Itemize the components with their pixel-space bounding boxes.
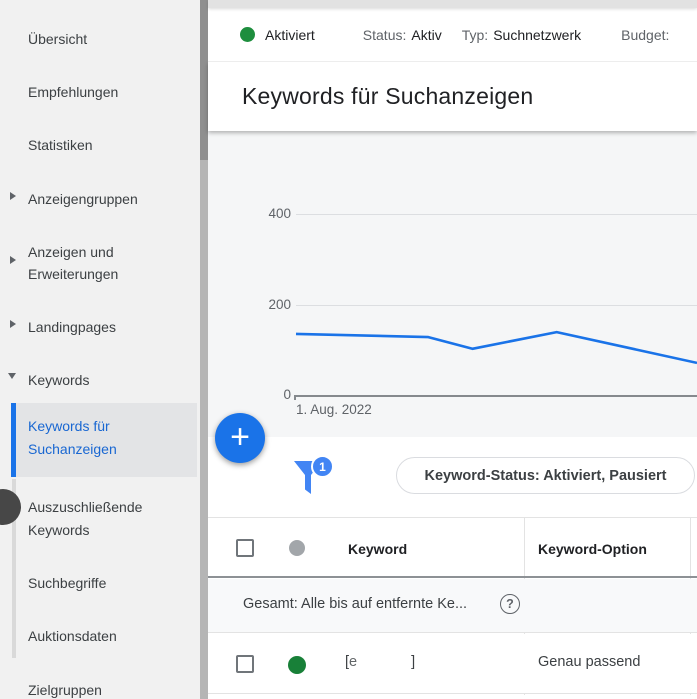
campaign-enabled-label[interactable]: Aktiviert [265,27,315,43]
page-title: Keywords für Suchanzeigen [242,83,534,109]
sidebar-item-anzeigengruppen[interactable]: Anzeigengruppen [28,188,172,210]
chevron-right-icon[interactable] [10,192,16,200]
budget-label: Budget: [621,26,670,43]
table-header-row: Keyword Keyword-Option [208,518,697,578]
keyword-status-filter-chip[interactable]: Keyword-Status: Aktiviert, Pausiert [396,457,695,494]
sidebar-item-label: Empfehlungen [28,84,119,100]
sidebar-item-empfehlungen[interactable]: Empfehlungen [28,81,172,103]
sidebar-item-label: Suchbegriffe [28,575,107,591]
sidebar-item-label: Keywords für Suchanzeigen [28,418,117,457]
type-label: Typ: [461,26,489,43]
filter-toolbar: 1 Keyword-Status: Aktiviert, Pausiert [208,437,697,518]
google-ads-keywords-page: { "topbar": { "enabled_label": "Aktivier… [0,0,697,699]
add-keyword-fab-button[interactable]: + [215,413,265,463]
filter-funnel-button[interactable]: 1 [293,455,335,500]
sidebar-item-auszuschliessende-keywords[interactable]: Auszuschließende Keywords [28,496,172,542]
sidebar-item-anzeigen-und-erweiterungen[interactable]: Anzeigen und Erweiterungen [28,241,172,285]
help-icon[interactable]: ? [500,594,520,614]
campaign-status-bar: Aktiviert Status: Aktiv Typ: Suchnetzwer… [208,8,697,62]
keyword-option-cell: Genau passend [538,654,641,670]
keywords-table: Keyword Keyword-Option Gesamt: Alle bis … [208,517,697,699]
sidebar-item-label: Auszuschließende Keywords [28,499,143,538]
table-row: [e] Genau passend [208,634,697,694]
row-checkbox[interactable] [236,655,254,673]
sidebar-item-label: Auktionsdaten [28,628,117,644]
question-mark: ? [506,597,514,611]
sidebar-item-label: Landingpages [28,319,116,335]
chevron-right-icon[interactable] [10,320,16,328]
type-value: Suchnetzwerk [493,26,582,43]
sidebar-item-statistiken[interactable]: Statistiken [28,134,172,156]
sidebar-item-keywords[interactable]: Keywords [28,369,172,391]
sidebar-item-auktionsdaten[interactable]: Auktionsdaten [28,625,172,647]
sidebar-item-zielgruppen[interactable]: Zielgruppen [28,679,172,699]
table-summary-row: Gesamt: Alle bis auf entfernte Ke... ? [208,579,697,633]
edge-partial-circle [0,489,21,525]
next-row-partial [208,695,697,699]
chart-line-svg [295,330,697,365]
filter-chip-label: Keyword-Status: Aktiviert, Pausiert [424,467,667,484]
keyword-enabled-status-icon [288,656,306,674]
chevron-down-icon[interactable] [8,373,16,379]
chevron-right-icon[interactable] [10,256,16,264]
selected-indicator-bar [11,403,16,477]
badge-count: 1 [319,459,326,474]
status-value: Aktiv [411,26,442,43]
plus-icon: + [230,417,250,456]
sidebar-item-keywords-fuer-suchanzeigen-selected[interactable]: Keywords für Suchanzeigen [11,403,197,477]
top-edge-band [208,0,697,8]
column-header-keyword[interactable]: Keyword [348,541,407,557]
select-all-checkbox[interactable] [236,539,254,557]
status-column-dot-icon [289,540,305,556]
keyword-cell: [e] [345,654,415,670]
sidebar-item-label: Keywords [28,372,90,388]
sidebar-item-label: Anzeigen und Erweiterungen [28,244,119,282]
campaign-enabled-status-icon [240,27,255,42]
filter-count-badge: 1 [311,455,334,478]
page-title-bar: Keywords für Suchanzeigen [208,62,697,131]
sidebar-item-suchbegriffe[interactable]: Suchbegriffe [28,572,172,594]
data-series-line [295,330,697,365]
sidebar-item-label: Übersicht [28,31,88,47]
column-header-keyword-option[interactable]: Keyword-Option [538,541,647,557]
campaign-sidebar: Übersicht Empfehlungen Statistiken Anzei… [0,0,200,699]
performance-chart: 0 200 400 1. Aug. 2022 [208,131,697,437]
sidebar-item-uebersicht[interactable]: Übersicht [28,28,172,50]
sidebar-item-landingpages[interactable]: Landingpages [28,316,172,338]
main-content: Aktiviert Status: Aktiv Typ: Suchnetzwer… [208,0,697,699]
sidebar-item-label: Zielgruppen [28,682,102,698]
status-label: Status: [362,26,407,43]
sidebar-scrollbar[interactable] [200,0,208,699]
bracket-close: ] [411,654,416,670]
sidebar-item-label: Anzeigengruppen [28,191,138,207]
redacted-keyword-remnant: e [349,654,357,670]
scrollbar-thumb[interactable] [200,0,208,160]
sidebar-item-label: Statistiken [28,137,93,153]
summary-text: Gesamt: Alle bis auf entfernte Ke... [243,596,468,612]
